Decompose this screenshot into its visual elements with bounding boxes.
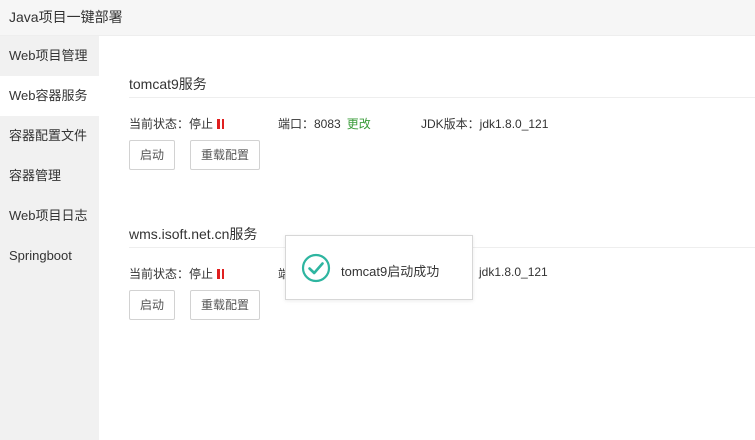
success-toast: tomcat9启动成功 bbox=[285, 235, 473, 300]
title-bar: Java项目一键部署 bbox=[0, 0, 755, 36]
port-field: 端口：8083 更改 bbox=[278, 115, 371, 132]
reload-config-button[interactable]: 重载配置 bbox=[190, 290, 260, 320]
stop-icon bbox=[217, 269, 225, 279]
sidebar-item-web-container-service[interactable]: Web容器服务 bbox=[0, 76, 99, 116]
service-title: tomcat9服务 bbox=[129, 72, 755, 98]
sidebar-item-web-project-logs[interactable]: Web项目日志 bbox=[0, 196, 99, 236]
jdk-version-text: JDK版本：jdk1.8.0_121 bbox=[421, 117, 549, 131]
change-port-link[interactable]: 更改 bbox=[347, 117, 371, 131]
status-text: 当前状态：停止 bbox=[129, 267, 214, 281]
port-text: 端口：8083 bbox=[278, 117, 341, 131]
sidebar-item-container-config[interactable]: 容器配置文件 bbox=[0, 116, 99, 156]
service-actions: 启动 重载配置 bbox=[129, 140, 755, 170]
status-field: 当前状态：停止 bbox=[129, 115, 225, 132]
jdk-version-text: jdk1.8.0_121 bbox=[479, 265, 548, 279]
sidebar: Web项目管理 Web容器服务 容器配置文件 容器管理 Web项目日志 Spri… bbox=[0, 36, 99, 440]
app-title: Java项目一键部署 bbox=[9, 9, 123, 25]
status-field: 当前状态：停止 bbox=[129, 265, 225, 282]
status-text: 当前状态：停止 bbox=[129, 117, 214, 131]
sidebar-item-web-projects[interactable]: Web项目管理 bbox=[0, 36, 99, 76]
success-check-icon bbox=[301, 253, 331, 283]
start-button[interactable]: 启动 bbox=[129, 140, 175, 170]
stop-icon bbox=[217, 119, 225, 129]
sidebar-item-springboot[interactable]: Springboot bbox=[0, 236, 99, 276]
start-button[interactable]: 启动 bbox=[129, 290, 175, 320]
reload-config-button[interactable]: 重载配置 bbox=[190, 140, 260, 170]
service-info-row: 当前状态：停止 端口：8083 更改 JDK版本：jdk1.8.0_121 bbox=[129, 113, 755, 133]
service-card-tomcat9: tomcat9服务 当前状态：停止 端口：8083 更改 JDK版本：jdk1.8… bbox=[129, 72, 755, 170]
sidebar-item-container-management[interactable]: 容器管理 bbox=[0, 156, 99, 196]
toast-message: tomcat9启动成功 bbox=[341, 264, 440, 279]
